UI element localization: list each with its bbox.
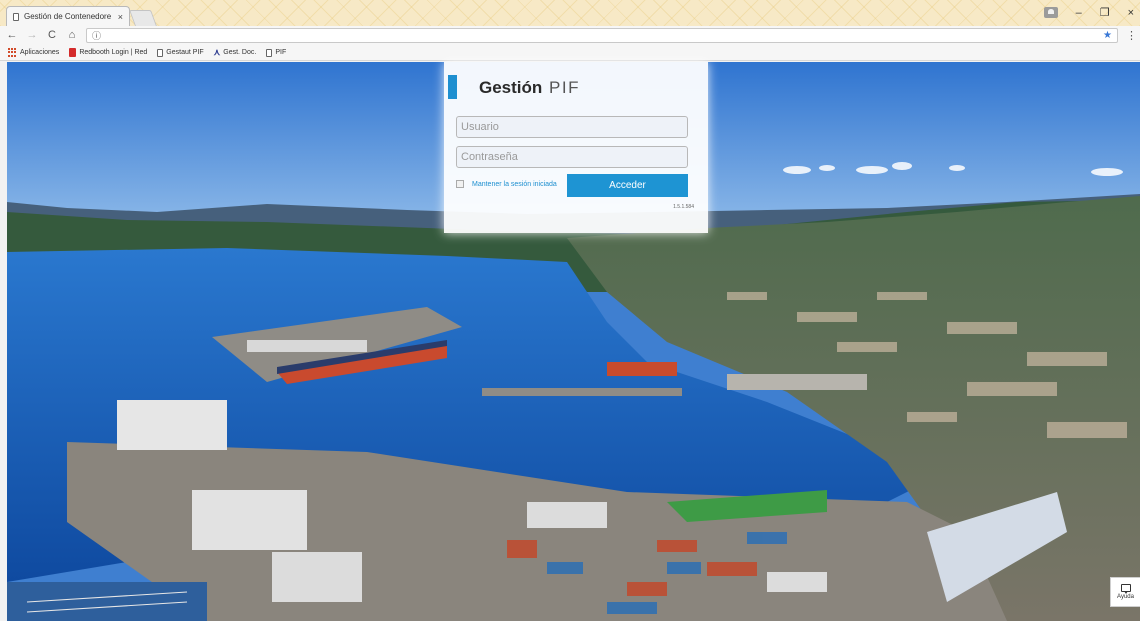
new-tab-button[interactable] — [129, 10, 157, 26]
bookmark-gest-doc[interactable]: ⋏ Gest. Doc. — [214, 48, 257, 57]
browser-toolbar: ← → C ⌂ ⓘ ★ ⋮ — [0, 26, 1140, 45]
bookmark-label: PIF — [275, 49, 287, 56]
help-button[interactable]: Ayuda — [1110, 577, 1140, 607]
browser-menu-icon[interactable]: ⋮ — [1126, 29, 1137, 42]
help-label: Ayuda — [1117, 594, 1134, 600]
bookmark-redbooth[interactable]: Redbooth Login | Red — [69, 48, 147, 57]
forward-icon[interactable]: → — [26, 26, 38, 45]
bookmark-label: Redbooth Login | Red — [79, 49, 148, 56]
remember-session-label[interactable]: Mantener la sesión iniciada — [472, 181, 557, 188]
reload-icon[interactable]: C — [46, 26, 58, 45]
browser-tab[interactable]: Gestión de Contenedore × — [6, 6, 130, 26]
bookmark-apps[interactable]: Aplicaciones — [8, 48, 59, 57]
username-input[interactable] — [456, 116, 688, 138]
tab-title: Gestión de Contenedore — [24, 12, 112, 21]
address-bar[interactable]: ⓘ ★ — [86, 28, 1118, 43]
remember-session-checkbox[interactable] — [456, 180, 464, 188]
page-icon — [13, 12, 19, 21]
bookmark-star-icon[interactable]: ★ — [1103, 30, 1112, 41]
bookmark-label: Gestaut PIF — [166, 49, 204, 56]
app-title-sub: PIF — [549, 78, 580, 97]
tab-close-icon[interactable]: × — [118, 12, 123, 22]
remember-session: Mantener la sesión iniciada — [456, 180, 557, 188]
bookmarks-bar: Aplicaciones Redbooth Login | Red Gestau… — [0, 45, 1140, 61]
apps-grid-icon — [8, 48, 17, 57]
info-icon[interactable]: ⓘ — [92, 29, 101, 42]
app-title: Gestión PIF — [479, 78, 580, 98]
bookmark-label: Gest. Doc. — [223, 49, 257, 56]
bookmark-label: Aplicaciones — [20, 49, 60, 56]
bookmark-gestaut-pif[interactable]: Gestaut PIF — [157, 48, 204, 57]
bookmark-pif[interactable]: PIF — [266, 48, 287, 57]
app-title-main: Gestión — [479, 78, 543, 97]
chevron-logo-icon: ⋏ — [213, 47, 221, 57]
login-card: Gestión PIF Mantener la sesión iniciada … — [444, 62, 708, 233]
page-icon — [266, 48, 273, 57]
brand-accent-bar — [448, 75, 457, 99]
maximize-button[interactable]: ❐ — [1100, 6, 1110, 19]
tab-strip: Gestión de Contenedore × – ❐ × — [0, 0, 1140, 26]
window-controls: – ❐ × — [1043, 6, 1134, 19]
redbooth-icon — [69, 48, 77, 57]
chat-icon — [1120, 584, 1131, 594]
version-label: 1.5.1.584 — [673, 204, 694, 210]
login-button[interactable]: Acceder — [567, 174, 688, 197]
back-icon[interactable]: ← — [6, 26, 18, 45]
page-icon — [157, 48, 164, 57]
password-input[interactable] — [456, 146, 688, 168]
minimize-button[interactable]: – — [1076, 7, 1082, 19]
close-window-button[interactable]: × — [1128, 7, 1134, 19]
profile-icon[interactable] — [1043, 7, 1058, 18]
home-icon[interactable]: ⌂ — [66, 26, 78, 45]
